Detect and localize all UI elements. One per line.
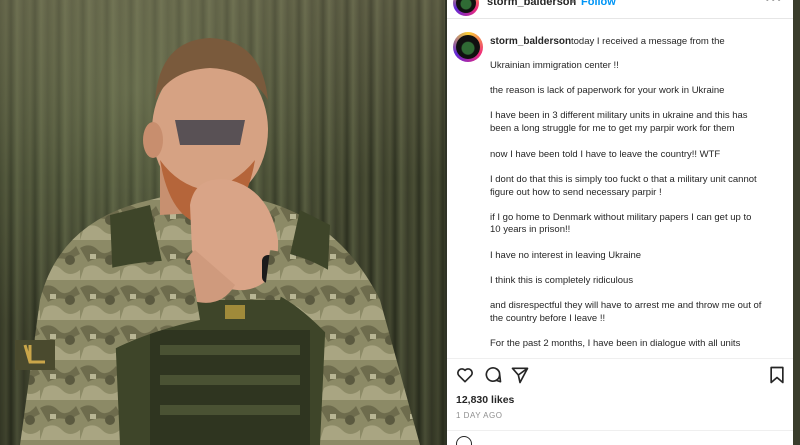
caption-line: Ukrainian immigration center !! (490, 60, 619, 71)
paper-plane-icon[interactable] (510, 365, 530, 385)
post-timestamp: 1 DAY AGO (456, 411, 503, 420)
post-header: storm_balderson • Follow ••• (447, 0, 793, 19)
caption-line: For the past 2 months, I have been in di… (490, 338, 741, 349)
caption-line: been a long struggle for me to get my pa… (490, 123, 735, 134)
caption-line: the reason is lack of paperwork for your… (490, 85, 725, 96)
caption-line: 10 years in prison!! (490, 224, 571, 235)
right-edge-background (793, 0, 800, 445)
caption-avatar[interactable] (453, 32, 483, 62)
divider (447, 430, 793, 431)
caption-line: I have been in 3 different military unit… (490, 110, 748, 121)
post-actions-bar (447, 358, 793, 387)
caption-line: now I have been told I have to leave the… (490, 149, 721, 160)
bookmark-icon[interactable] (767, 365, 787, 385)
follow-button[interactable]: Follow (581, 0, 616, 8)
caption-line: today I received a message from the (571, 36, 725, 47)
more-options-icon[interactable]: ••• (765, 0, 783, 6)
caption-line: I think this is completely ridiculous (490, 275, 634, 286)
caption-line: and disrespectful they will have to arre… (490, 300, 762, 311)
caption-line: figure out how to send necessary parpir … (490, 187, 662, 198)
comment-icon[interactable] (483, 365, 503, 385)
post-caption: storm_balderson today I received a messa… (447, 24, 793, 354)
caption-line: I have no interest in leaving Ukraine (490, 250, 642, 261)
header-separator-dot: • (571, 0, 575, 8)
caption-line: the country before I leave !! (490, 313, 606, 324)
instagram-post-panel: storm_balderson • Follow ••• storm_balde… (447, 0, 793, 445)
header-avatar[interactable] (453, 0, 479, 16)
soldier-figure (15, 38, 420, 445)
likes-count[interactable]: 12,830 likes (456, 394, 514, 406)
emoji-icon[interactable] (456, 436, 472, 445)
post-photo (0, 0, 445, 445)
header-username[interactable]: storm_balderson (487, 0, 576, 8)
caption-line: if I go home to Denmark without military… (490, 212, 752, 223)
caption-line: I dont do that this is simply too fuckt … (490, 174, 757, 185)
heart-icon[interactable] (455, 365, 475, 385)
caption-username[interactable]: storm_balderson (490, 36, 571, 47)
